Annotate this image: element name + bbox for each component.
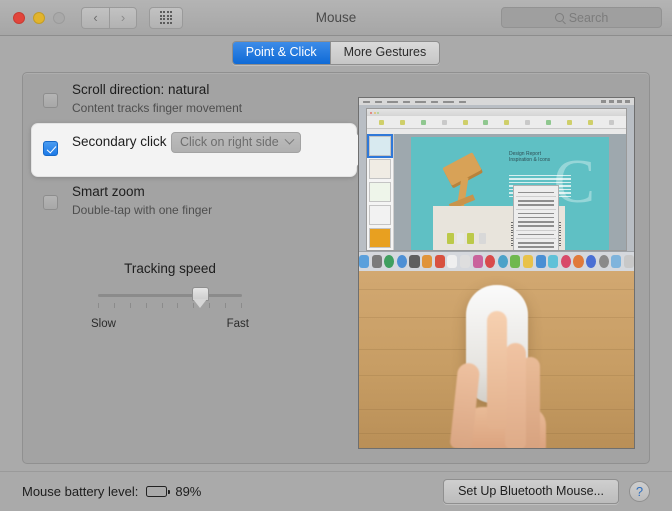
simulated-toolbar (367, 116, 626, 129)
simulated-page-thumbnails (367, 134, 394, 250)
simulated-pages-window: C Design Report Inspiration & Icons (366, 108, 627, 251)
tab-point-and-click[interactable]: Point & Click (232, 41, 330, 65)
option-secondary-click[interactable]: Secondary click Click on right side (31, 123, 357, 177)
option-scroll-direction-subtitle: Content tracks finger movement (72, 101, 243, 115)
show-all-preferences-button[interactable] (149, 6, 183, 29)
battery-percent: 89% (175, 484, 202, 499)
demo-video-desktop-scene: C Design Report Inspiration & Icons (359, 98, 634, 271)
battery-status: Mouse battery level: 89% (22, 484, 201, 499)
search-icon (554, 13, 564, 22)
gesture-demo-video[interactable]: C Design Report Inspiration & Icons (358, 97, 635, 449)
bottom-bar-actions: Set Up Bluetooth Mouse... ? (443, 479, 650, 504)
bottom-bar: Mouse battery level: 89% Set Up Bluetoot… (0, 471, 672, 511)
minimize-button[interactable] (33, 11, 45, 24)
slider-ticks (98, 303, 242, 308)
close-button[interactable] (13, 11, 25, 24)
tab-bar: Point & Click More Gestures (0, 36, 672, 66)
zoom-button (53, 11, 65, 24)
battery-label: Mouse battery level: (22, 484, 139, 499)
option-smart-zoom-subtitle: Double-tap with one finger (72, 203, 213, 217)
simulated-canvas: C Design Report Inspiration & Icons (394, 134, 626, 250)
tracking-speed-label: Tracking speed (124, 261, 216, 276)
slider-thumb[interactable] (192, 287, 209, 308)
option-secondary-click-text: Secondary click Click on right side (72, 130, 301, 153)
simulated-document-body: C Design Report Inspiration & Icons (367, 134, 626, 250)
checkbox-secondary-click[interactable] (43, 141, 58, 156)
simulated-window-titlebar (367, 109, 626, 116)
simulated-headline: Design Report Inspiration & Icons (509, 151, 551, 163)
demo-video-hand-scene (359, 271, 634, 448)
simulated-context-menu (513, 185, 559, 250)
forward-button[interactable]: › (109, 6, 137, 29)
checkbox-smart-zoom[interactable] (43, 195, 58, 210)
slider-track[interactable] (98, 294, 242, 297)
option-scroll-direction-title: Scroll direction: natural (72, 82, 210, 97)
preferences-panel: Scroll direction: natural Content tracks… (22, 72, 650, 464)
back-button[interactable]: ‹ (81, 6, 109, 29)
checkbox-scroll-direction[interactable] (43, 93, 58, 108)
mouse-preferences-window: ‹ › Mouse Search Point & Click More Gest… (0, 0, 672, 511)
simulated-dock (359, 251, 634, 271)
grid-view-icon (159, 11, 173, 24)
option-secondary-click-title: Secondary click (72, 134, 167, 149)
traffic-lights (13, 11, 65, 24)
titlebar: ‹ › Mouse Search (0, 0, 672, 36)
simulated-menubar (359, 98, 634, 105)
secondary-click-popup-value: Click on right side (180, 135, 279, 149)
secondary-click-popup-button[interactable]: Click on right side (171, 132, 301, 153)
tab-group: Point & Click More Gestures (231, 40, 441, 66)
option-scroll-direction-text: Scroll direction: natural Content tracks… (72, 81, 242, 117)
option-scroll-direction[interactable]: Scroll direction: natural Content tracks… (43, 81, 242, 117)
tab-more-gestures[interactable]: More Gestures (329, 41, 440, 65)
hand (438, 311, 556, 448)
option-smart-zoom[interactable]: Smart zoom Double-tap with one finger (43, 183, 212, 219)
help-button[interactable]: ? (629, 481, 650, 502)
option-secondary-click-callout[interactable]: Secondary click Click on right side (31, 123, 370, 177)
set-up-bluetooth-mouse-button[interactable]: Set Up Bluetooth Mouse... (443, 479, 619, 504)
navigation-buttons: ‹ › (81, 6, 137, 29)
chevron-down-icon (284, 134, 295, 145)
option-smart-zoom-text: Smart zoom Double-tap with one finger (72, 183, 212, 219)
search-input[interactable]: Search (501, 7, 662, 28)
battery-icon (146, 486, 170, 497)
search-placeholder: Search (568, 10, 609, 25)
simulated-page: C Design Report Inspiration & Icons (411, 137, 609, 250)
option-smart-zoom-title: Smart zoom (72, 184, 145, 199)
tracking-speed-slider[interactable] (75, 287, 265, 321)
tracking-speed-group: Tracking speed Slow Fast (75, 261, 265, 330)
